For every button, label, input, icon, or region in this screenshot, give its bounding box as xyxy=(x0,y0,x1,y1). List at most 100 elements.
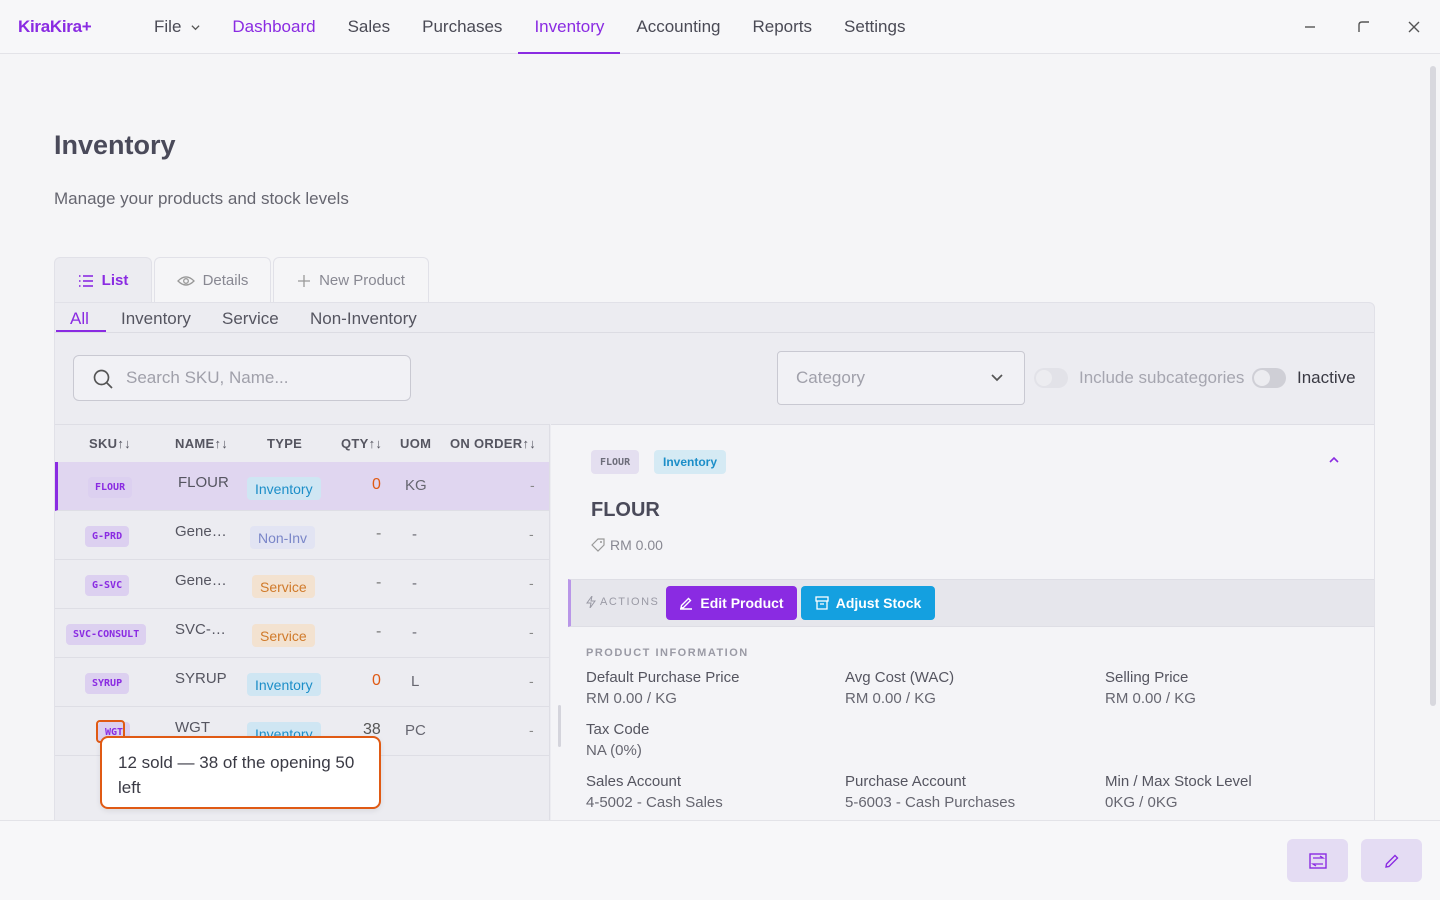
tab-list[interactable]: List xyxy=(54,257,152,303)
table-row[interactable]: SVC-CONSULT SVC-… Service - - - xyxy=(55,609,549,658)
type-badge: Inventory xyxy=(247,477,321,500)
filter-service[interactable]: Service xyxy=(222,309,279,329)
row-on-order: - xyxy=(529,722,534,738)
transfer-icon xyxy=(1308,852,1327,869)
actions-label-text: ACTIONS xyxy=(600,596,660,608)
row-name: SVC-… xyxy=(175,621,226,638)
scrollbar-thumb[interactable] xyxy=(1430,66,1436,706)
row-on-order: - xyxy=(529,624,534,640)
table-row[interactable]: FLOUR FLOUR Inventory 0 KG - xyxy=(55,462,549,511)
row-qty: - xyxy=(376,525,382,542)
search-icon xyxy=(93,369,113,389)
page-subtitle: Manage your products and stock levels xyxy=(54,189,349,208)
page-scrollbar[interactable] xyxy=(1430,58,1438,708)
table-row[interactable]: SYRUP SYRUP Inventory 0 L - xyxy=(55,658,549,707)
header-qty-label: QTY xyxy=(341,436,369,451)
category-select[interactable]: Category xyxy=(777,351,1025,405)
row-qty: - xyxy=(376,623,382,640)
restore-icon[interactable] xyxy=(1351,14,1377,40)
menu-purchases[interactable]: Purchases xyxy=(406,0,518,54)
include-subcategories-label: Include subcategories xyxy=(1079,368,1245,387)
row-uom: - xyxy=(412,526,417,543)
tooltip: 12 sold — 38 of the opening 50 left xyxy=(100,736,381,809)
chevron-down-icon xyxy=(191,24,200,30)
edit-button[interactable] xyxy=(1361,839,1422,882)
filter-active-indicator xyxy=(56,330,106,332)
field-value: RM 0.00 / KG xyxy=(586,690,677,707)
detail-sku-badge: FLOUR xyxy=(591,450,640,474)
header-name-label: NAME xyxy=(175,436,215,451)
filter-inventory[interactable]: Inventory xyxy=(121,309,191,329)
table-row[interactable]: G-PRD Gene… Non-Inv - - - xyxy=(55,511,549,560)
row-name: SYRUP xyxy=(175,670,227,687)
menu-sales[interactable]: Sales xyxy=(332,0,407,54)
search-placeholder: Search SKU, Name... xyxy=(126,368,289,387)
chevron-up-icon[interactable] xyxy=(1327,455,1341,465)
row-qty: - xyxy=(376,574,382,591)
tab-new-product[interactable]: New Product xyxy=(273,257,429,303)
sku-badge: G-PRD xyxy=(85,526,130,547)
top-bar: KiraKira+ File Dashboard Sales Purchases… xyxy=(0,0,1440,54)
chevron-down-icon xyxy=(991,374,1003,382)
panel-resize-handle[interactable] xyxy=(558,705,561,747)
search-input[interactable]: Search SKU, Name... xyxy=(73,355,411,401)
row-uom: - xyxy=(412,575,417,592)
app-logo: KiraKira+ xyxy=(18,17,92,36)
menu-accounting[interactable]: Accounting xyxy=(620,0,736,54)
minimize-icon[interactable] xyxy=(1297,14,1323,40)
inactive-label: Inactive xyxy=(1297,368,1356,387)
filter-non-inventory[interactable]: Non-Inventory xyxy=(310,309,417,329)
menu-file[interactable]: File xyxy=(138,0,216,54)
adjust-stock-button[interactable]: Adjust Stock xyxy=(801,586,935,620)
field-value: RM 0.00 / KG xyxy=(1105,690,1196,707)
row-qty: 0 xyxy=(372,672,381,689)
edit-product-button[interactable]: Edit Product xyxy=(666,586,797,620)
row-name: Gene… xyxy=(175,523,227,540)
tab-details[interactable]: Details xyxy=(154,257,271,303)
type-badge: Service xyxy=(252,575,315,598)
field-value: RM 0.00 / KG xyxy=(845,690,936,707)
detail-price: RM 0.00 xyxy=(591,537,663,553)
bolt-icon xyxy=(586,596,596,608)
pencil-icon xyxy=(1384,854,1398,868)
page-title: Inventory xyxy=(54,130,176,160)
product-information-heading: PRODUCT INFORMATION xyxy=(586,647,749,659)
table-row[interactable]: G-SVC Gene… Service - - - xyxy=(55,560,549,609)
menu-inventory[interactable]: Inventory xyxy=(518,0,621,54)
header-sku[interactable]: SKU↑↓ xyxy=(89,436,131,451)
tab-new-product-label: New Product xyxy=(319,272,405,289)
header-uom: UOM xyxy=(400,436,432,451)
field-label: Min / Max Stock Level xyxy=(1105,773,1252,790)
menu-reports[interactable]: Reports xyxy=(737,0,829,54)
adjust-stock-label: Adjust Stock xyxy=(835,595,922,611)
detail-title: FLOUR xyxy=(591,499,660,521)
header-on-order[interactable]: ON ORDER↑↓ xyxy=(450,436,536,451)
field-label: Tax Code xyxy=(586,721,650,738)
menu-dashboard[interactable]: Dashboard xyxy=(216,0,331,54)
transfer-button[interactable] xyxy=(1287,839,1348,882)
include-subcategories-toggle[interactable] xyxy=(1034,368,1068,388)
tab-details-label: Details xyxy=(202,272,249,289)
row-name: FLOUR xyxy=(178,474,229,491)
row-on-order: - xyxy=(529,673,534,689)
menu-settings[interactable]: Settings xyxy=(828,0,921,54)
row-on-order: - xyxy=(530,477,535,493)
header-sku-label: SKU xyxy=(89,436,118,451)
close-icon[interactable] xyxy=(1401,14,1427,40)
row-uom: PC xyxy=(405,722,426,739)
field-label: Default Purchase Price xyxy=(586,669,740,686)
sku-badge: G-SVC xyxy=(85,575,130,596)
actions-label: ACTIONS xyxy=(586,596,659,608)
toggle-knob xyxy=(1036,370,1052,386)
tag-icon xyxy=(591,538,605,552)
inactive-toggle[interactable] xyxy=(1252,368,1286,388)
row-on-order: - xyxy=(529,526,534,542)
type-badge: Service xyxy=(252,624,315,647)
tab-list-label: List xyxy=(101,272,129,289)
header-qty[interactable]: QTY↑↓ xyxy=(341,436,382,451)
field-label: Purchase Account xyxy=(845,773,966,790)
header-name[interactable]: NAME↑↓ xyxy=(175,436,228,451)
sku-badge: FLOUR xyxy=(88,477,133,498)
filter-all[interactable]: All xyxy=(70,309,89,329)
row-name: WGT xyxy=(175,719,210,736)
